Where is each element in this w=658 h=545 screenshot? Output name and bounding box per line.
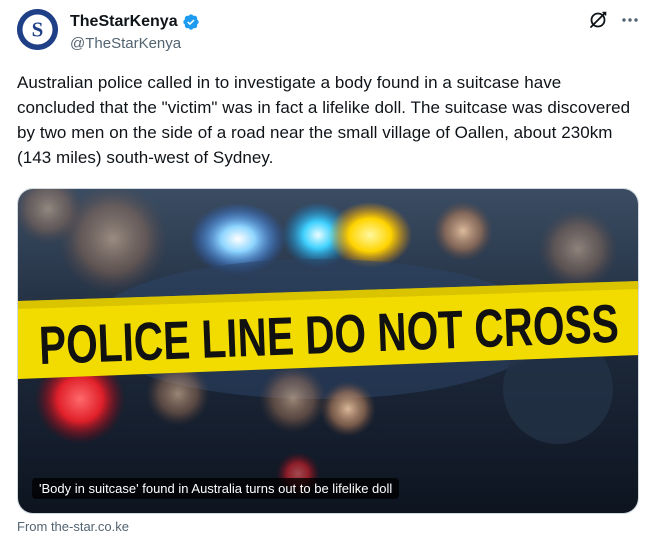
author-handle[interactable]: @TheStarKenya bbox=[70, 34, 181, 54]
avatar-logo-icon: S bbox=[17, 9, 58, 50]
author-name-row: TheStarKenya bbox=[70, 12, 200, 32]
more-icon[interactable] bbox=[620, 10, 640, 30]
tweet: S TheStarKenya @TheStarKenya Australian … bbox=[0, 0, 658, 545]
tweet-actions bbox=[588, 10, 640, 30]
verified-badge-icon bbox=[182, 14, 199, 30]
tweet-text: Australian police called in to investiga… bbox=[17, 73, 631, 167]
link-card[interactable]: POLICE LINE DO NOT CROSS 'Body in suitca… bbox=[17, 188, 639, 514]
display-name[interactable]: TheStarKenya bbox=[70, 12, 178, 32]
grok-icon[interactable] bbox=[588, 10, 608, 30]
card-image: POLICE LINE DO NOT CROSS bbox=[18, 189, 638, 513]
avatar[interactable]: S bbox=[17, 9, 58, 50]
card-headline: 'Body in suitcase' found in Australia tu… bbox=[32, 478, 400, 499]
card-source[interactable]: From the-star.co.ke bbox=[17, 519, 129, 535]
avatar-letter: S bbox=[32, 18, 44, 42]
